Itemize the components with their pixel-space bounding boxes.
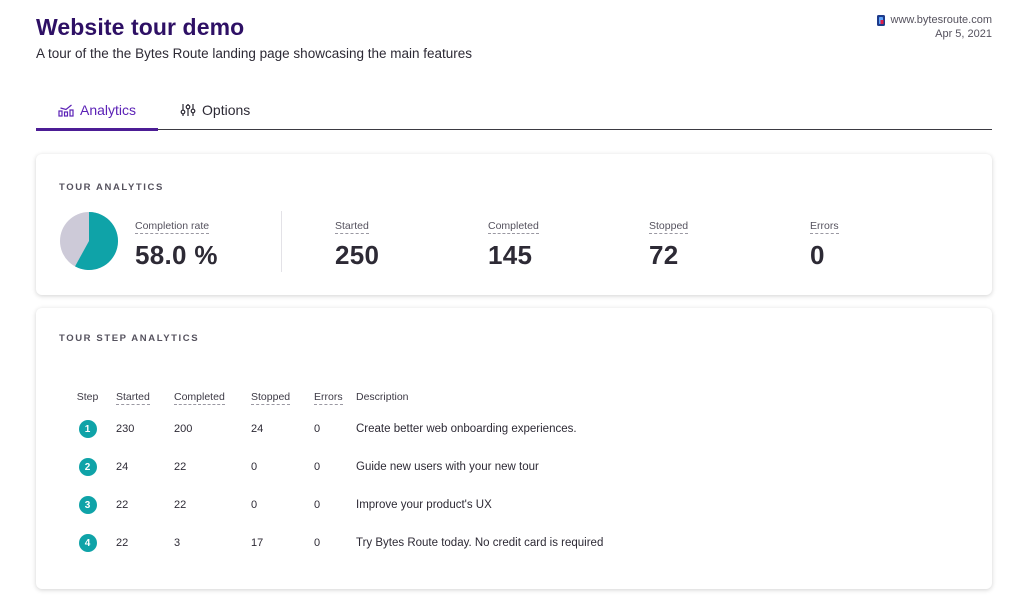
stats-divider xyxy=(281,211,282,272)
cell-started: 22 xyxy=(116,499,129,511)
cell-stopped: 17 xyxy=(251,537,264,549)
step-number-badge: 2 xyxy=(78,458,97,476)
table-row: 3 22 22 0 0 Improve your product's UX xyxy=(59,486,615,524)
step-analytics-title: TOUR STEP ANALYTICS xyxy=(59,333,200,344)
cell-errors: 0 xyxy=(314,499,321,511)
step-analytics-table: Step Started Completed Stopped Errors De… xyxy=(59,384,615,562)
step-number-badge: 3 xyxy=(78,496,97,514)
completion-pie-chart xyxy=(60,212,119,270)
completion-rate-label: Completion rate xyxy=(135,220,210,234)
tab-bar: Analytics Options xyxy=(36,90,992,131)
col-started: Started xyxy=(116,391,150,405)
cell-completed: 22 xyxy=(174,499,187,511)
table-row: 2 24 22 0 0 Guide new users with your ne… xyxy=(59,448,615,486)
col-completed: Completed xyxy=(174,391,225,405)
cell-stopped: 0 xyxy=(251,499,258,511)
cell-started: 24 xyxy=(116,461,129,473)
cell-description: Improve your product's UX xyxy=(356,499,492,511)
col-description: Description xyxy=(356,391,409,403)
analytics-icon xyxy=(58,104,74,117)
col-stopped: Stopped xyxy=(251,391,291,405)
cell-errors: 0 xyxy=(314,423,321,435)
col-errors: Errors xyxy=(314,391,343,405)
errors-value: 0 xyxy=(810,240,825,270)
tour-analytics-title: TOUR ANALYTICS xyxy=(59,182,164,193)
completion-rate-value: 58.0 % xyxy=(135,240,218,270)
bytesroute-logo-icon xyxy=(876,14,885,26)
cell-errors: 0 xyxy=(314,461,321,473)
started-label: Started xyxy=(335,220,369,234)
cell-started: 22 xyxy=(116,537,129,549)
site-info: www.bytesroute.com Apr 5, 2021 xyxy=(876,13,992,41)
completion-rate-stat: Completion rate 58.0 % xyxy=(135,216,218,271)
table-header-row: Step Started Completed Stopped Errors De… xyxy=(59,384,615,410)
stopped-value: 72 xyxy=(649,240,679,270)
page: Website tour demo A tour of the the Byte… xyxy=(0,0,1024,600)
step-number-badge: 1 xyxy=(78,420,97,438)
cell-stopped: 24 xyxy=(251,423,264,435)
errors-stat: Errors 0 xyxy=(810,216,839,271)
stopped-label: Stopped xyxy=(649,220,689,234)
step-number-badge: 4 xyxy=(78,534,97,552)
tab-analytics-label: Analytics xyxy=(80,101,137,118)
page-title: Website tour demo xyxy=(36,14,245,40)
completed-label: Completed xyxy=(488,220,539,234)
tour-analytics-card: TOUR ANALYTICS Completion rate 58.0 % St… xyxy=(36,154,992,295)
sliders-icon xyxy=(180,103,196,116)
col-step: Step xyxy=(76,391,99,403)
started-stat: Started 250 xyxy=(335,216,379,271)
cell-started: 230 xyxy=(116,423,135,435)
cell-description: Guide new users with your new tour xyxy=(356,461,539,473)
cell-completed: 200 xyxy=(174,423,193,435)
cell-stopped: 0 xyxy=(251,461,258,473)
cell-description: Create better web onboarding experiences… xyxy=(356,423,577,435)
cell-errors: 0 xyxy=(314,537,321,549)
tour-date: Apr 5, 2021 xyxy=(935,28,992,40)
page-subtitle: A tour of the the Bytes Route landing pa… xyxy=(36,46,473,61)
completed-stat: Completed 145 xyxy=(488,216,539,271)
table-row: 1 230 200 24 0 Create better web onboard… xyxy=(59,410,615,448)
tab-analytics[interactable]: Analytics xyxy=(36,90,159,131)
step-analytics-card: TOUR STEP ANALYTICS Step Started Complet… xyxy=(36,308,992,589)
table-row: 4 22 3 17 0 Try Bytes Route today. No cr… xyxy=(59,524,615,562)
errors-label: Errors xyxy=(810,220,839,234)
stopped-stat: Stopped 72 xyxy=(649,216,689,271)
completed-value: 145 xyxy=(488,240,533,270)
cell-completed: 3 xyxy=(174,537,181,549)
cell-description: Try Bytes Route today. No credit card is… xyxy=(356,537,604,549)
cell-completed: 22 xyxy=(174,461,187,473)
site-url[interactable]: www.bytesroute.com xyxy=(891,13,992,27)
tab-options-label: Options xyxy=(202,101,251,118)
tab-options[interactable]: Options xyxy=(158,90,272,129)
started-value: 250 xyxy=(335,240,380,270)
